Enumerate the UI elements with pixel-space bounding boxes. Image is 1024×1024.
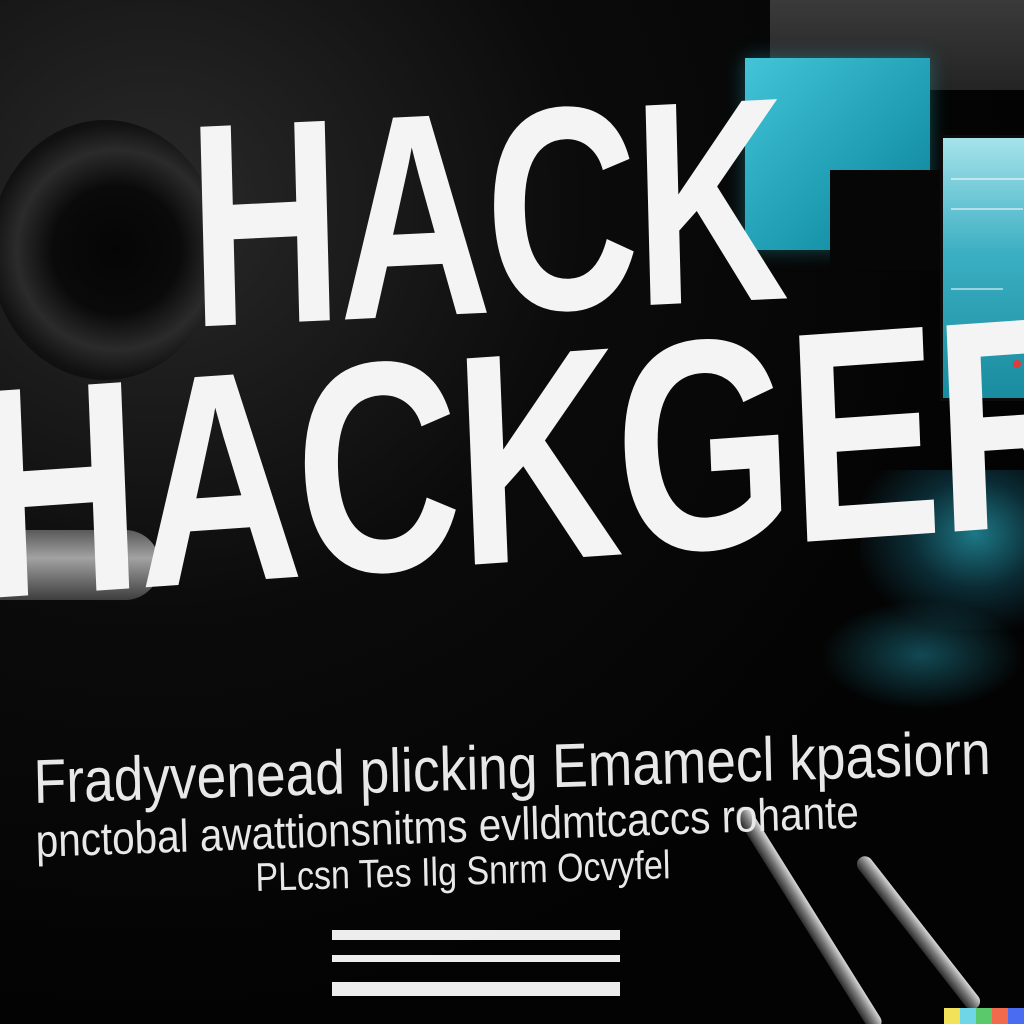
decorative-bar (332, 930, 620, 940)
color-watermark (944, 1008, 1024, 1024)
poster-image: HACK HACKGER Fradyvenead plicking Emamec… (0, 0, 1024, 1024)
cyan-glow (820, 600, 1024, 710)
cyan-panel-shadow (830, 170, 940, 270)
watermark-swatch (1008, 1008, 1024, 1024)
headline-hackger: HACKGER (0, 249, 1024, 663)
metal-rod (853, 853, 984, 1013)
watermark-swatch (944, 1008, 960, 1024)
watermark-swatch (992, 1008, 1008, 1024)
watermark-swatch (976, 1008, 992, 1024)
body-text-line-3: PLcsn Tes Ilg Snrm Ocvyfel (254, 843, 671, 900)
decorative-bar (332, 955, 620, 962)
watermark-swatch (960, 1008, 976, 1024)
monitor-text-line (951, 178, 1024, 180)
decorative-bar (332, 982, 620, 996)
monitor-text-line (951, 208, 1023, 210)
